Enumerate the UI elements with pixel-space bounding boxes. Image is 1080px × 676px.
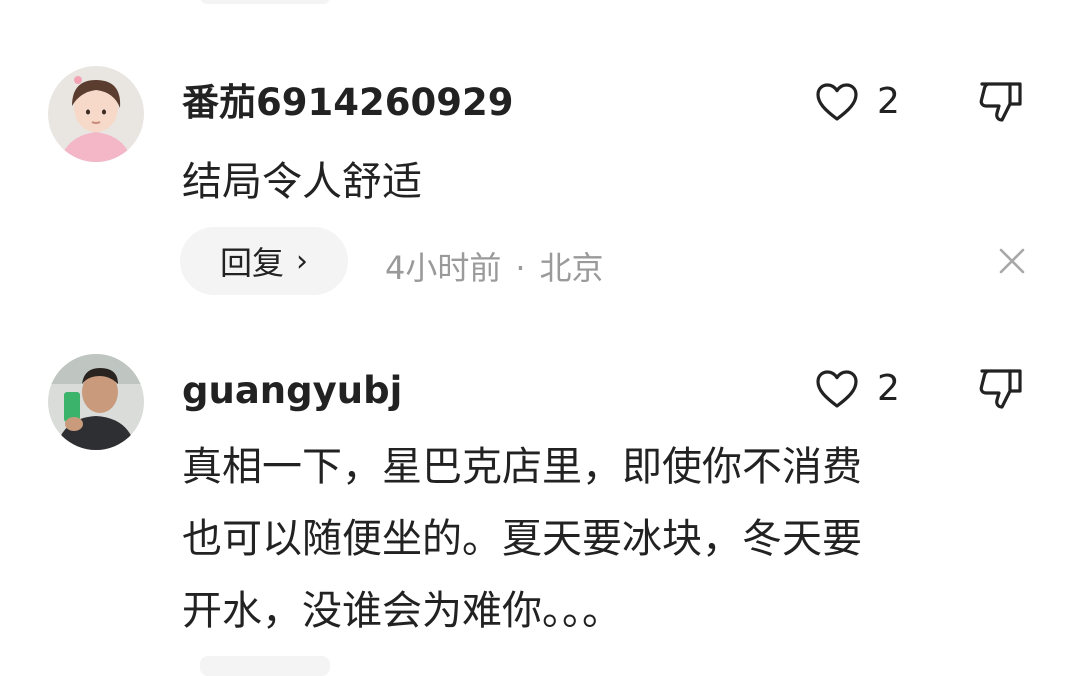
comment-text: 结局令人舒适 [182,146,1012,218]
reply-button[interactable]: 回复 › [180,227,348,295]
meta-separator: · [515,249,526,287]
comment-meta: 4小时前 · 北京 [385,243,604,289]
username[interactable]: 番茄6914260929 [182,84,513,121]
dislike-button[interactable] [976,80,1026,124]
dismiss-button[interactable] [996,245,1028,277]
username[interactable]: guangyubj [182,372,402,409]
comment-time: 4小时前 [385,249,502,287]
like-button[interactable]: 2 [815,367,900,411]
comment-text: 真相一下，星巴克店里，即使你不消费 也可以随便坐的。夏天要冰块，冬天要 开水，没… [182,431,1012,647]
comment-text-line: 开水，没谁会为难你。。。 [182,588,622,634]
thumbs-down-icon [979,82,1022,122]
next-reply-button-edge[interactable] [200,656,330,676]
close-icon [999,248,1025,274]
heart-outline-icon [816,370,858,408]
reply-label: 回复 [219,244,284,282]
thumbs-down-icon [979,369,1022,409]
like-count: 2 [877,81,900,122]
avatar[interactable] [48,66,144,162]
comment-text-line: 也可以随便坐的。夏天要冰块，冬天要 [182,516,862,562]
comment-location: 北京 [539,249,604,287]
man-avatar-icon [48,354,144,450]
child-avatar-icon [48,66,144,162]
like-button[interactable]: 2 [815,80,900,124]
chevron-right-icon: › [296,243,308,279]
dislike-button[interactable] [976,367,1026,411]
comment-text-line: 真相一下，星巴克店里，即使你不消费 [182,444,862,490]
heart-outline-icon [816,83,858,121]
comment-text-line: 结局令人舒适 [182,159,422,205]
like-count: 2 [877,368,900,409]
previous-reply-button-edge[interactable] [200,0,330,4]
avatar[interactable] [48,354,144,450]
